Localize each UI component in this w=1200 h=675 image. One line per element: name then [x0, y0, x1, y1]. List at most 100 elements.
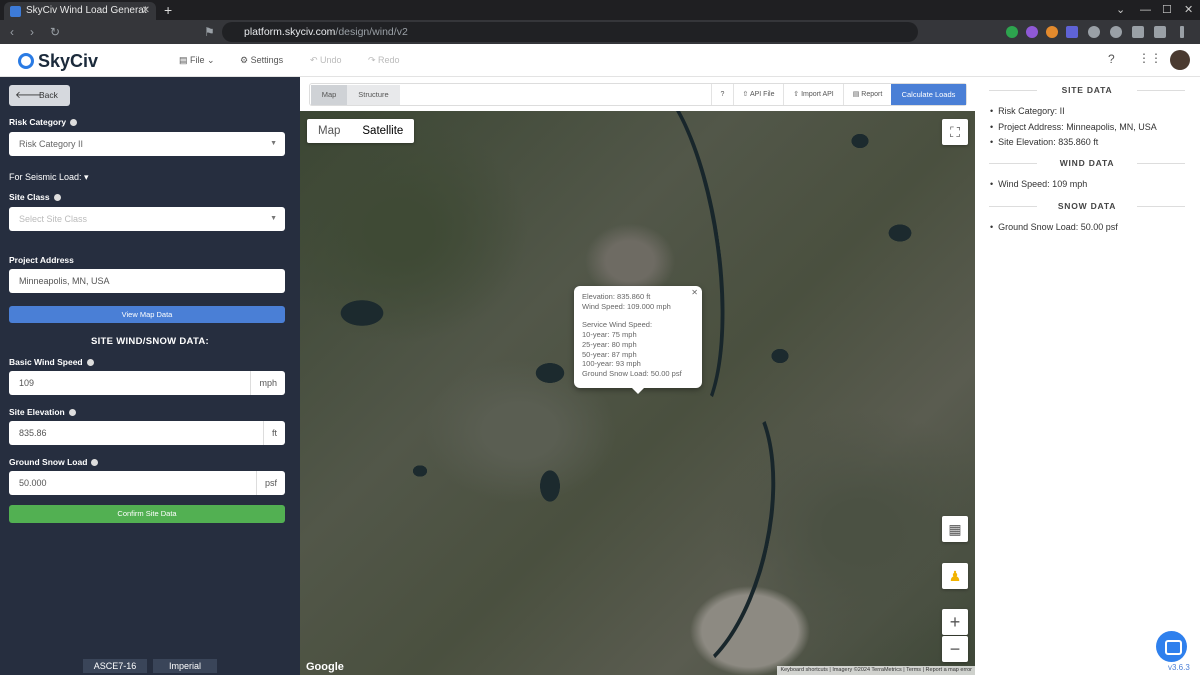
river-line — [600, 369, 800, 675]
back-nav-icon[interactable]: ‹ — [10, 24, 14, 40]
side-panel-icon[interactable] — [1132, 26, 1144, 38]
settings-menu-label: Settings — [250, 55, 284, 65]
info-icon[interactable] — [68, 409, 76, 416]
wind-speed-input[interactable]: 109 mph — [9, 371, 285, 395]
settings-menu[interactable]: ⚙ Settings — [240, 55, 283, 66]
info-icon[interactable] — [53, 194, 61, 201]
map-type-satellite[interactable]: Satellite — [351, 119, 414, 143]
info-icon[interactable] — [91, 459, 99, 466]
ground-snow-label: Ground Snow Load — [9, 457, 99, 467]
report-button[interactable]: ▤ Report — [843, 84, 891, 105]
site-class-label: Site Class — [9, 192, 61, 202]
design-code-badge[interactable]: ASCE7-16 — [83, 659, 147, 673]
results-panel: SITE DATA Risk Category: II Project Addr… — [975, 77, 1200, 675]
confirm-site-data-button[interactable]: Confirm Site Data — [9, 505, 285, 523]
calculate-loads-button[interactable]: Calculate Loads — [891, 84, 966, 105]
result-ground-snow: Ground Snow Load: 50.00 psf — [990, 222, 1118, 232]
ground-snow-value: 50.000 — [19, 478, 47, 488]
map-toolbar: Map Structure ? ⇧ API File ⇧ Import API … — [309, 83, 967, 106]
minimize-icon[interactable]: — — [1140, 0, 1151, 20]
info-icon[interactable] — [86, 359, 94, 366]
skyciv-logo[interactable]: SkyCiv — [18, 51, 98, 72]
wind-speed-label-text: Basic Wind Speed — [9, 357, 83, 367]
api-file-button[interactable]: ⇧ API File — [733, 84, 783, 105]
info-icon[interactable] — [70, 119, 78, 126]
extension-4-icon[interactable] — [1066, 26, 1078, 38]
browser-tab-strip: SkyCiv Wind Load Generat ✕ + ⌄ — ☐ ✕ — [0, 0, 1200, 20]
site-class-label-text: Site Class — [9, 192, 50, 202]
popup-25-year: 25-year: 80 mph — [582, 339, 637, 349]
tab-close-icon[interactable]: ✕ — [142, 2, 150, 20]
file-menu-label: File — [190, 55, 205, 65]
project-address-value: Minneapolis, MN, USA — [19, 276, 110, 286]
close-icon[interactable]: ✕ — [691, 288, 698, 298]
skyciv-logo-icon — [18, 53, 34, 69]
ground-snow-input[interactable]: 50.000 psf — [9, 471, 285, 495]
project-address-input[interactable]: Minneapolis, MN, USA — [9, 269, 285, 293]
browser-menu-icon[interactable] — [1180, 26, 1184, 38]
fullscreen-icon[interactable]: ⛶ — [942, 119, 968, 145]
back-label: Back — [39, 90, 58, 100]
map-attribution[interactable]: Keyboard shortcuts | Imagery ©2024 Terra… — [777, 666, 975, 675]
seismic-toggle[interactable]: For Seismic Load: ▾ — [9, 172, 89, 183]
forward-nav-icon[interactable]: › — [30, 24, 34, 40]
tab-structure[interactable]: Structure — [347, 85, 400, 105]
site-data-header: SITE DATA — [989, 85, 1185, 95]
map-type-map[interactable]: Map — [307, 119, 351, 143]
bookmark-icon[interactable]: ⚑ — [204, 24, 215, 40]
help-icon[interactable]: ? — [1108, 52, 1115, 66]
wind-speed-unit: mph — [250, 371, 285, 395]
extension-1-icon[interactable] — [1006, 26, 1018, 38]
window-close-icon[interactable]: ✕ — [1184, 0, 1193, 20]
tab-map[interactable]: Map — [311, 85, 347, 105]
browser-tab[interactable]: SkyCiv Wind Load Generat ✕ — [4, 2, 156, 20]
redo-button[interactable]: ↷ Redo — [368, 55, 400, 66]
satellite-map[interactable]: Map Satellite ⛶ ▦ ♟ + − ✕ Elevation: 835.… — [300, 111, 975, 675]
help-button[interactable]: ? — [711, 84, 733, 105]
zoom-in-button[interactable]: + — [942, 609, 968, 635]
wallet-icon[interactable] — [1154, 26, 1166, 38]
url-bar[interactable]: platform.skyciv.com/design/wind/v2 — [222, 22, 918, 42]
file-menu[interactable]: ▤ File ⌄ — [179, 55, 215, 66]
wind-speed-value: 109 — [19, 378, 35, 388]
arrow-left-icon: 🡐 — [15, 90, 42, 101]
popup-service-heading: Service Wind Speed: — [582, 320, 653, 330]
site-elevation-label: Site Elevation — [9, 407, 76, 417]
layers-grid-icon[interactable]: ▦ — [942, 516, 968, 542]
app-header: SkyCiv ▤ File ⌄ ⚙ Settings ↶ Undo ↷ Redo… — [0, 44, 1200, 77]
undo-button[interactable]: ↶ Undo — [310, 55, 342, 66]
risk-category-select[interactable]: Risk Category II ▼ — [9, 132, 285, 156]
maximize-icon[interactable]: ☐ — [1162, 0, 1172, 20]
tab-search-icon[interactable]: ⌄ — [1116, 0, 1125, 20]
chat-support-button[interactable] — [1156, 631, 1187, 662]
risk-category-value: Risk Category II — [19, 139, 84, 149]
risk-category-label: Risk Category — [9, 117, 78, 127]
result-project-address: Project Address: Minneapolis, MN, USA — [990, 122, 1157, 132]
user-avatar[interactable] — [1170, 50, 1190, 70]
import-api-button[interactable]: ⇧ Import API — [783, 84, 843, 105]
new-tab-button[interactable]: + — [164, 0, 172, 20]
back-button[interactable]: 🡐 Back — [9, 85, 70, 106]
extension-2-icon[interactable] — [1026, 26, 1038, 38]
map-type-control: Map Satellite — [307, 119, 415, 143]
pegman-icon[interactable]: ♟ — [942, 563, 968, 589]
reload-icon[interactable]: ↻ — [50, 24, 60, 40]
api-file-label: API File — [749, 91, 775, 98]
google-logo: Google — [306, 661, 344, 673]
risk-category-label-text: Risk Category — [9, 117, 67, 127]
zoom-out-button[interactable]: − — [942, 636, 968, 662]
address-bar-row: ‹ › ↻ ⚑ platform.skyciv.com/design/wind/… — [0, 20, 1200, 44]
site-elevation-input[interactable]: 835.86 ft — [9, 421, 285, 445]
project-address-label: Project Address — [9, 255, 74, 265]
apps-grid-icon[interactable]: ⋮⋮ — [1138, 51, 1162, 65]
input-sidebar: 🡐 Back Risk Category Risk Category II ▼ … — [0, 77, 300, 675]
extensions-puzzle-icon[interactable] — [1088, 26, 1100, 38]
wind-data-header: WIND DATA — [989, 158, 1185, 168]
unit-system-badge[interactable]: Imperial — [153, 659, 217, 673]
extension-3-icon[interactable] — [1046, 26, 1058, 38]
site-class-select[interactable]: Select Site Class ▼ — [9, 207, 285, 231]
browser-tab-title: SkyCiv Wind Load Generat — [26, 5, 147, 16]
cast-icon[interactable] — [1110, 26, 1122, 38]
report-label: Report — [861, 91, 883, 98]
view-map-data-button[interactable]: View Map Data — [9, 306, 285, 323]
